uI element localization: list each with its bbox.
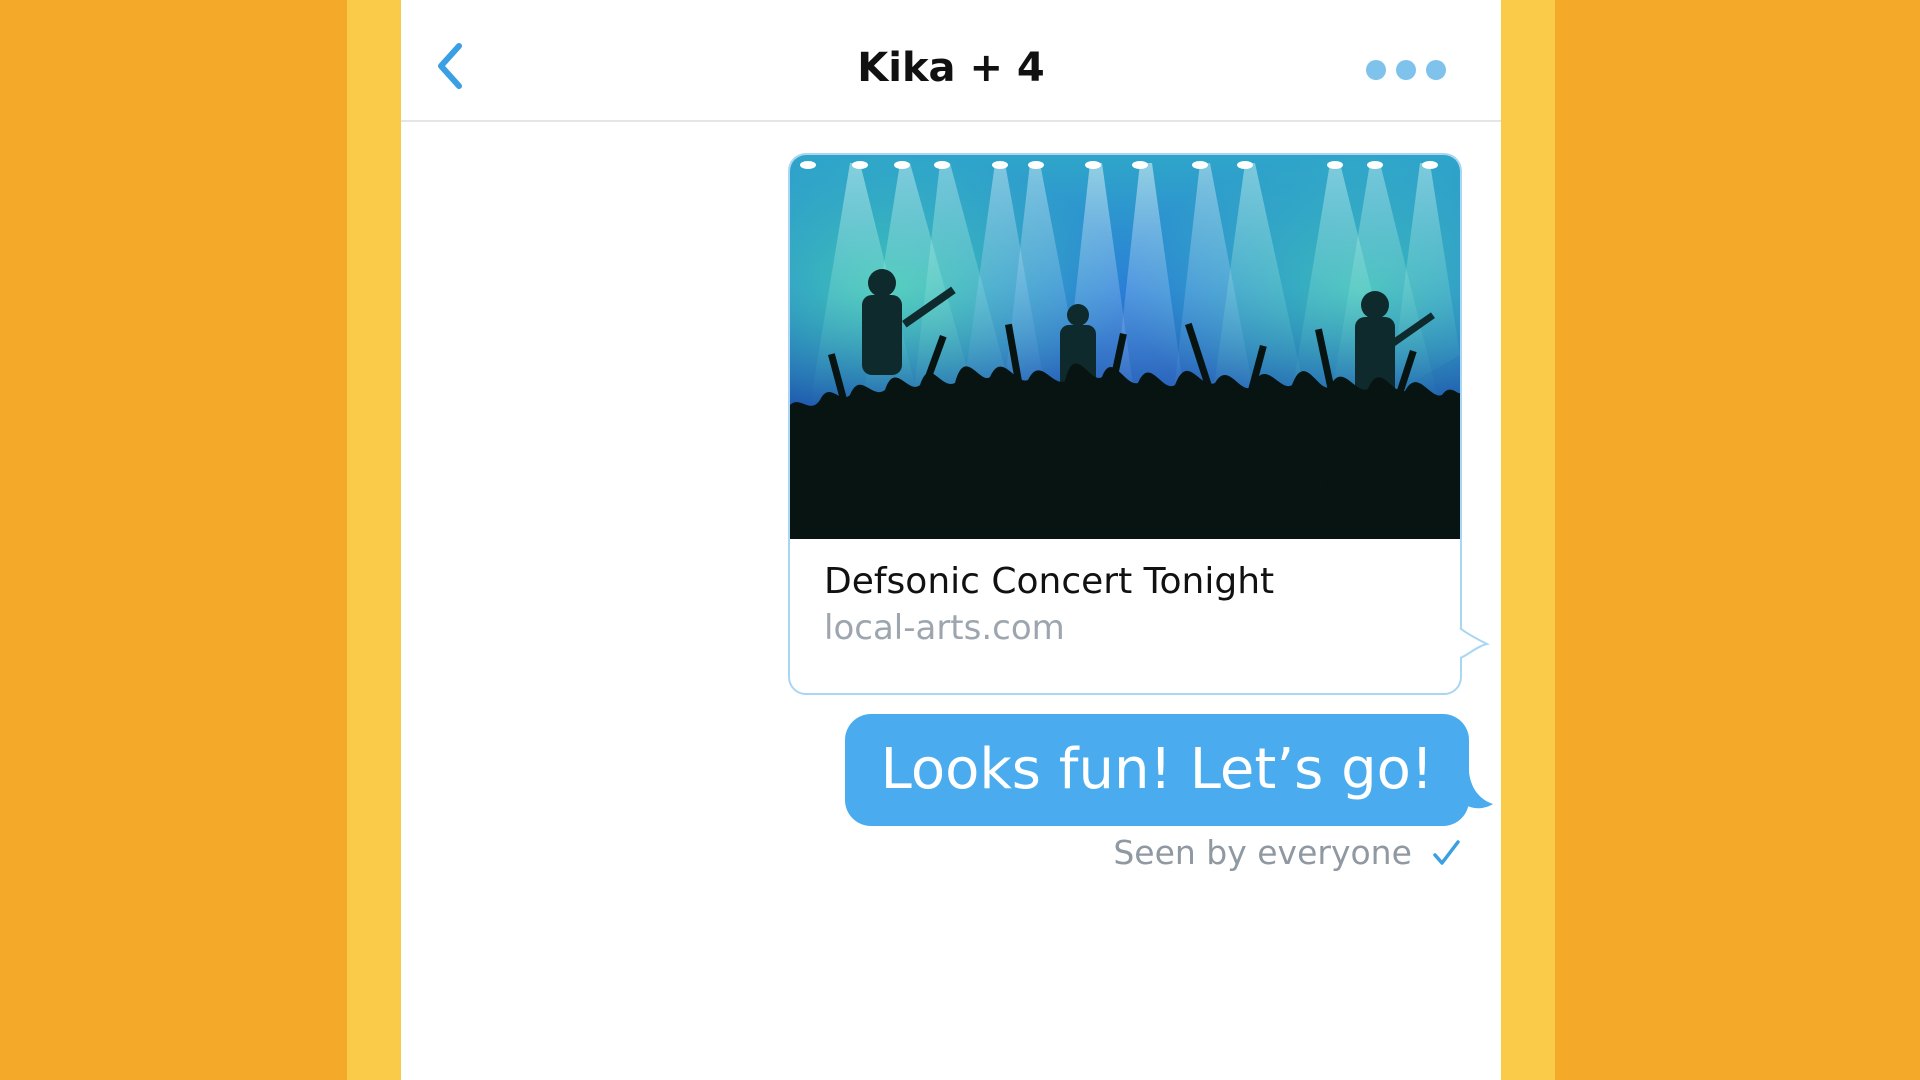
more-dots-icon: [1366, 60, 1386, 80]
more-dots-icon: [1426, 60, 1446, 80]
message-text: Looks fun! Let’s go!: [880, 737, 1434, 802]
concert-photo: [790, 155, 1460, 539]
left-yellow-band: [347, 0, 401, 1080]
link-preview-card[interactable]: Defsonic Concert Tonight local-arts.com: [788, 153, 1462, 695]
sent-message-bubble[interactable]: Looks fun! Let’s go!: [845, 714, 1469, 826]
link-title: Defsonic Concert Tonight: [824, 561, 1275, 602]
conversation-header: Kika + 4: [401, 0, 1501, 122]
more-dots-icon: [1396, 60, 1416, 80]
seen-status-text: Seen by everyone: [1113, 833, 1412, 872]
checkmark-icon: [1433, 840, 1460, 865]
link-url: local-arts.com: [824, 608, 1065, 648]
conversation-title: Kika + 4: [857, 45, 1045, 91]
conversation-screen: Kika + 4 Defsonic Concert Tonight local-…: [401, 0, 1501, 1080]
message-bubble-tail: [1461, 772, 1493, 809]
right-yellow-band: [1501, 0, 1555, 1080]
more-options-button[interactable]: [1361, 50, 1461, 86]
read-receipt: Seen by everyone: [1021, 828, 1461, 878]
card-bubble-tail: [1459, 628, 1491, 659]
